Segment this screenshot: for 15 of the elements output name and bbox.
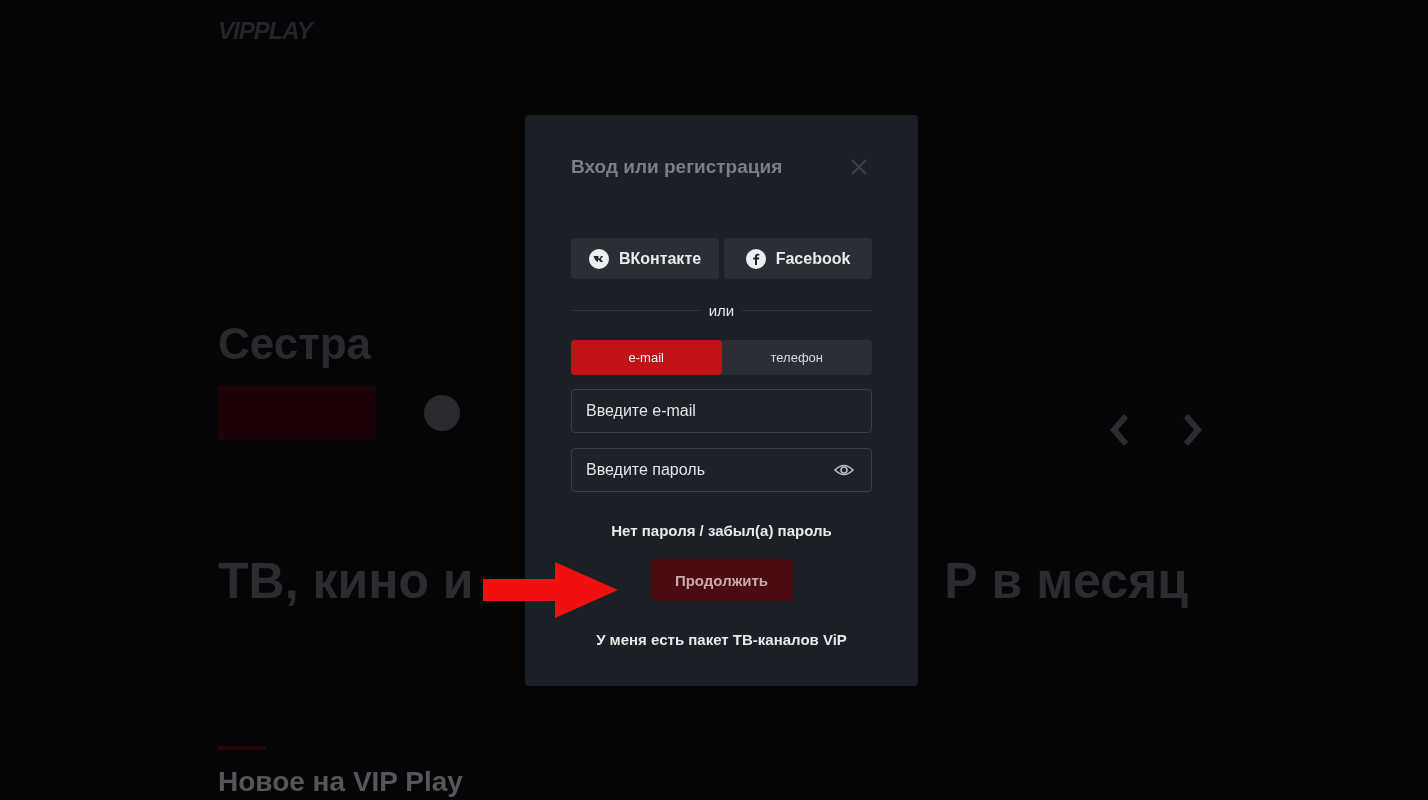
tab[interactable]: e-mail: [571, 340, 722, 375]
social-login-button[interactable]: ВКонтакте: [571, 238, 719, 279]
social-login-button[interactable]: Facebook: [724, 238, 872, 279]
round-icon[interactable]: [424, 395, 460, 431]
close-icon[interactable]: [850, 158, 868, 176]
continue-button[interactable]: Продолжить: [650, 559, 793, 601]
tab[interactable]: телефон: [721, 340, 872, 375]
forgot-password-link[interactable]: Нет пароля / забыл(а) пароль: [611, 522, 832, 539]
email-field[interactable]: Введите e-mail: [571, 389, 872, 433]
password-field[interactable]: Введите пароль: [571, 448, 872, 492]
facebook-icon: [745, 248, 766, 269]
dialog-title: Вход или регистрация: [571, 156, 783, 178]
vip-package-link[interactable]: У меня есть пакет ТВ-каналов ViP: [596, 631, 847, 648]
vk-icon: [588, 248, 609, 269]
section-title: Новое на VIP Play: [218, 766, 463, 798]
